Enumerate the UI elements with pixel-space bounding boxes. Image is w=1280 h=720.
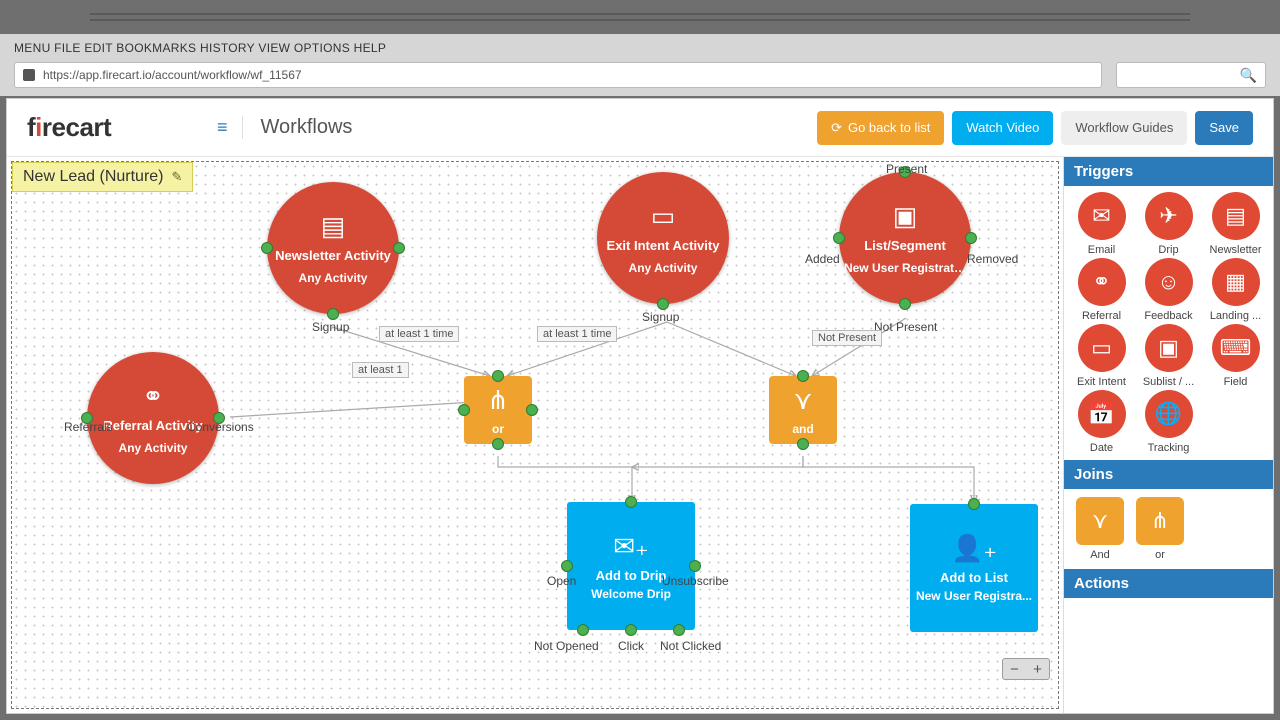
tile-date[interactable]: 📅Date bbox=[1068, 390, 1135, 454]
tile-tracking[interactable]: 🌐Tracking bbox=[1135, 390, 1202, 454]
url-text: https://app.firecart.io/account/workflow… bbox=[43, 68, 302, 82]
headset-icon: ☺ bbox=[1145, 258, 1193, 306]
port-label: Signup bbox=[642, 310, 679, 324]
tile-or[interactable]: ⋔or bbox=[1136, 497, 1184, 561]
port-label: Added bbox=[805, 252, 840, 266]
tile-landing[interactable]: ▦Landing ... bbox=[1202, 258, 1269, 322]
port-label: Referrals bbox=[64, 420, 113, 434]
contact-card-icon: ▣ bbox=[893, 201, 918, 232]
workspace: New Lead (Nurture) ✎ ▤ N bbox=[7, 157, 1273, 713]
input-icon: ⌨ bbox=[1212, 324, 1260, 372]
browser-icon: ▭ bbox=[651, 201, 676, 232]
joins-header: Joins bbox=[1064, 460, 1273, 489]
browser-window: MENU FILE EDIT BOOKMARKS HISTORY VIEW OP… bbox=[0, 0, 1280, 720]
workflow-canvas[interactable]: New Lead (Nurture) ✎ ▤ N bbox=[11, 161, 1059, 709]
calendar-icon: 📅 bbox=[1078, 390, 1126, 438]
port-label: Conversions bbox=[187, 420, 254, 434]
node-newsletter[interactable]: ▤ Newsletter Activity Any Activity bbox=[267, 182, 399, 314]
node-and[interactable]: ⋎ and bbox=[769, 376, 837, 444]
people-icon: ⚭ bbox=[142, 381, 164, 412]
save-button[interactable]: Save bbox=[1195, 111, 1253, 145]
list-icon: ▤ bbox=[1212, 192, 1260, 240]
port-label: Signup bbox=[312, 320, 349, 334]
tile-feedback[interactable]: ☺Feedback bbox=[1135, 258, 1202, 322]
back-button[interactable]: ⟳ Go back to list bbox=[817, 111, 944, 145]
edge-label: at least 1 bbox=[352, 362, 409, 378]
address-row: https://app.firecart.io/account/workflow… bbox=[0, 62, 1280, 96]
actions-header: Actions bbox=[1064, 569, 1273, 598]
zoom-in[interactable]: + bbox=[1033, 661, 1042, 678]
send-icon: ✈ bbox=[1145, 192, 1193, 240]
titlebar[interactable] bbox=[0, 0, 1280, 34]
tile-newsletter[interactable]: ▤Newsletter bbox=[1202, 192, 1269, 256]
tile-drip[interactable]: ✈Drip bbox=[1135, 192, 1202, 256]
tile-sublist[interactable]: ▣Sublist / ... bbox=[1135, 324, 1202, 388]
port-label: Present bbox=[886, 162, 927, 176]
merge-icon: ⋔ bbox=[1136, 497, 1184, 545]
port-label: Open bbox=[547, 574, 576, 588]
globe-icon: 🌐 bbox=[1145, 390, 1193, 438]
logo[interactable]: firecart bbox=[27, 112, 217, 143]
edit-icon[interactable]: ✎ bbox=[172, 169, 183, 185]
app-frame: firecart ≡ Workflows ⟳ Go back to list W… bbox=[6, 98, 1274, 714]
page-title: Workflows bbox=[242, 116, 353, 139]
port-label: Click bbox=[618, 639, 644, 653]
workflow-name[interactable]: New Lead (Nurture) ✎ bbox=[12, 162, 193, 192]
refresh-icon: ⟳ bbox=[831, 120, 842, 136]
triggers-grid: ✉Email ✈Drip ▤Newsletter ⚭Referral ☺Feed… bbox=[1064, 186, 1273, 460]
port-label: Not Clicked bbox=[660, 639, 721, 653]
tile-referral[interactable]: ⚭Referral bbox=[1068, 258, 1135, 322]
page-icon: ▦ bbox=[1212, 258, 1260, 306]
browser-search[interactable]: 🔍 bbox=[1116, 62, 1266, 88]
node-add-to-drip[interactable]: ✉₊ Add to Drip Welcome Drip bbox=[567, 502, 695, 630]
zoom-out[interactable]: − bbox=[1010, 661, 1019, 678]
menu-bar[interactable]: MENU FILE EDIT BOOKMARKS HISTORY VIEW OP… bbox=[0, 34, 1280, 62]
edge-label: Not Present bbox=[812, 330, 882, 346]
port-label: Unsubscribe bbox=[662, 574, 729, 588]
app-header: firecart ≡ Workflows ⟳ Go back to list W… bbox=[7, 99, 1273, 157]
port-label: Not Opened bbox=[534, 639, 599, 653]
address-bar[interactable]: https://app.firecart.io/account/workflow… bbox=[14, 62, 1102, 88]
port-label: Not Present bbox=[874, 320, 937, 334]
edge-label: at least 1 time bbox=[537, 326, 617, 342]
card-icon: ▣ bbox=[1145, 324, 1193, 372]
mail-plus-icon: ✉₊ bbox=[613, 531, 649, 562]
watch-video-button[interactable]: Watch Video bbox=[952, 111, 1053, 145]
menu-icon[interactable]: ≡ bbox=[217, 117, 228, 138]
tile-and[interactable]: ⋎And bbox=[1076, 497, 1124, 561]
edge-label: at least 1 time bbox=[379, 326, 459, 342]
node-add-to-list[interactable]: 👤₊ Add to List New User Registra... bbox=[910, 504, 1038, 632]
split-icon: ⋎ bbox=[1076, 497, 1124, 545]
tile-email[interactable]: ✉Email bbox=[1068, 192, 1135, 256]
favicon bbox=[23, 69, 35, 81]
workflow-guides-button[interactable]: Workflow Guides bbox=[1061, 111, 1187, 145]
node-exit-intent[interactable]: ▭ Exit Intent Activity Any Activity bbox=[597, 172, 729, 304]
people-icon: ⚭ bbox=[1078, 258, 1126, 306]
port-label: Removed bbox=[967, 252, 1018, 266]
merge-icon: ⋔ bbox=[487, 385, 509, 416]
triggers-header: Triggers bbox=[1064, 157, 1273, 186]
palette-sidebar: Triggers ✉Email ✈Drip ▤Newsletter ⚭Refer… bbox=[1063, 157, 1273, 713]
tile-exit-intent[interactable]: ▭Exit Intent bbox=[1068, 324, 1135, 388]
user-plus-icon: 👤₊ bbox=[951, 533, 997, 564]
node-list-segment[interactable]: ▣ List/Segment New User Registrat… bbox=[839, 172, 971, 304]
tile-field[interactable]: ⌨Field bbox=[1202, 324, 1269, 388]
zoom-control[interactable]: − + bbox=[1002, 658, 1050, 680]
newsletter-icon: ▤ bbox=[321, 211, 346, 242]
envelope-icon: ✉ bbox=[1078, 192, 1126, 240]
workflow-name-text: New Lead (Nurture) bbox=[23, 168, 164, 186]
split-icon: ⋎ bbox=[793, 385, 812, 416]
node-or[interactable]: ⋔ or bbox=[464, 376, 532, 444]
node-referral[interactable]: ⚭ Referral Activity Any Activity bbox=[87, 352, 219, 484]
window-icon: ▭ bbox=[1078, 324, 1126, 372]
joins-grid: ⋎And ⋔or bbox=[1064, 489, 1273, 569]
search-icon: 🔍 bbox=[1240, 67, 1257, 84]
